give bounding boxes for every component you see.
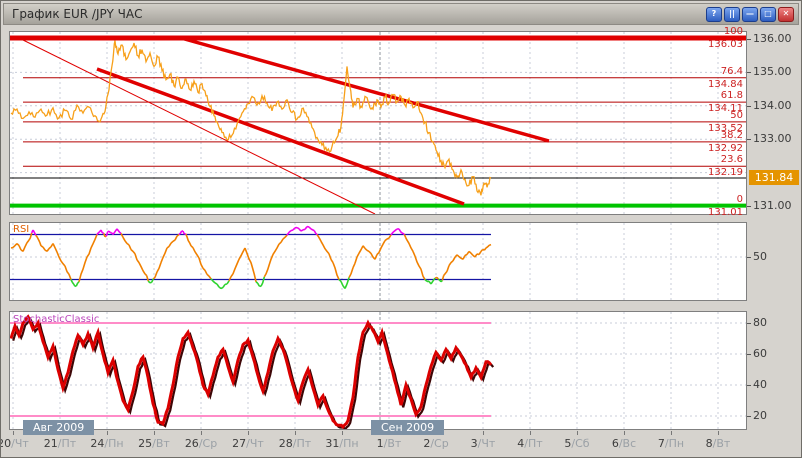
date-label: 8/Вт bbox=[696, 437, 740, 450]
month-badge-sep: Сен 2009 bbox=[371, 420, 444, 435]
fib-price-label: 132.19 bbox=[708, 167, 743, 178]
date-tick bbox=[248, 431, 249, 435]
axis-tick bbox=[747, 257, 751, 258]
date-tick bbox=[483, 431, 484, 435]
date-tick bbox=[13, 431, 14, 435]
rsi-panel[interactable] bbox=[9, 222, 747, 301]
date-tick bbox=[154, 431, 155, 435]
fib-pct-label: 100 bbox=[724, 26, 743, 37]
help-button[interactable]: ? bbox=[706, 7, 722, 22]
stochastic-panel-plot[interactable] bbox=[10, 312, 746, 429]
rsi-axis-label: 50 bbox=[753, 250, 767, 264]
fib-pct-label: 50 bbox=[730, 110, 743, 121]
fib-price-label: 136.03 bbox=[708, 39, 743, 50]
title-bar[interactable]: График EUR /JPY ЧАС ?||—□✕ bbox=[3, 3, 799, 25]
fib-pct-label: 23.6 bbox=[721, 154, 743, 165]
date-tick bbox=[718, 431, 719, 435]
date-tick bbox=[530, 431, 531, 435]
rsi-panel-plot[interactable] bbox=[10, 223, 746, 300]
date-tick bbox=[624, 431, 625, 435]
date-tick bbox=[295, 431, 296, 435]
date-label: 20/Чт bbox=[0, 437, 35, 450]
axis-tick bbox=[747, 39, 751, 40]
month-badge-aug: Авг 2009 bbox=[23, 420, 94, 435]
fib-pct-label: 0 bbox=[737, 194, 743, 205]
date-label: 24/Пн bbox=[85, 437, 129, 450]
axis-tick bbox=[747, 139, 751, 140]
fib-pct-label: 61.8 bbox=[721, 90, 743, 101]
axis-tick bbox=[747, 385, 751, 386]
fib-price-label: 134.84 bbox=[708, 79, 743, 90]
date-label: 25/Вт bbox=[132, 437, 176, 450]
date-tick bbox=[577, 431, 578, 435]
window-title: График EUR /JPY ЧАС bbox=[4, 4, 798, 24]
date-label: 27/Чт bbox=[226, 437, 270, 450]
axis-tick bbox=[747, 323, 751, 324]
date-label: 26/Ср bbox=[179, 437, 223, 450]
stoch-axis-label: 20 bbox=[753, 409, 767, 423]
maximize-button[interactable]: □ bbox=[760, 7, 776, 22]
date-label: 3/Чт bbox=[461, 437, 505, 450]
axis-tick bbox=[747, 416, 751, 417]
price-axis-label: 133.00 bbox=[753, 132, 792, 146]
price-axis-label: 134.00 bbox=[753, 99, 792, 113]
price-axis-label: 136.00 bbox=[753, 32, 792, 46]
axis-tick bbox=[747, 354, 751, 355]
pause-button[interactable]: || bbox=[724, 7, 740, 22]
stoch-axis-label: 40 bbox=[753, 378, 767, 392]
close-button[interactable]: ✕ bbox=[778, 7, 794, 22]
stochastic-label: StochasticClassic bbox=[13, 314, 99, 325]
minimize-button[interactable]: — bbox=[742, 7, 758, 22]
rsi-label: RSI bbox=[13, 224, 29, 235]
date-label: 2/Ср bbox=[414, 437, 458, 450]
stoch-axis-label: 60 bbox=[753, 347, 767, 361]
fib-pct-label: 76.4 bbox=[721, 66, 743, 77]
fib-pct-label: 38.2 bbox=[721, 130, 743, 141]
axis-tick bbox=[747, 72, 751, 73]
date-label: 21/Пт bbox=[38, 437, 82, 450]
stoch-axis-label: 80 bbox=[753, 316, 767, 330]
main-chart-panel[interactable] bbox=[9, 31, 747, 215]
price-axis-label: 131.00 bbox=[753, 199, 792, 213]
date-label: 31/Пн bbox=[320, 437, 364, 450]
date-tick bbox=[671, 431, 672, 435]
date-label: 5/Сб bbox=[555, 437, 599, 450]
window-buttons: ?||—□✕ bbox=[706, 7, 794, 22]
chart-window: График EUR /JPY ЧАС ?||—□✕ RSI Stochasti… bbox=[0, 0, 802, 458]
date-label: 4/Пт bbox=[508, 437, 552, 450]
date-label: 28/Пт bbox=[273, 437, 317, 450]
price-axis-label: 135.00 bbox=[753, 65, 792, 79]
date-tick bbox=[107, 431, 108, 435]
current-price-badge: 131.84 bbox=[749, 170, 799, 185]
date-label: 7/Пн bbox=[649, 437, 693, 450]
fib-price-label: 132.92 bbox=[708, 143, 743, 154]
axis-tick bbox=[747, 206, 751, 207]
date-label: 1/Вт bbox=[367, 437, 411, 450]
stochastic-panel[interactable] bbox=[9, 311, 747, 430]
date-tick bbox=[201, 431, 202, 435]
date-label: 6/Вс bbox=[602, 437, 646, 450]
main-chart-panel-plot[interactable] bbox=[10, 32, 746, 214]
axis-tick bbox=[747, 106, 751, 107]
fib-price-label: 131.01 bbox=[708, 207, 743, 218]
date-tick bbox=[342, 431, 343, 435]
